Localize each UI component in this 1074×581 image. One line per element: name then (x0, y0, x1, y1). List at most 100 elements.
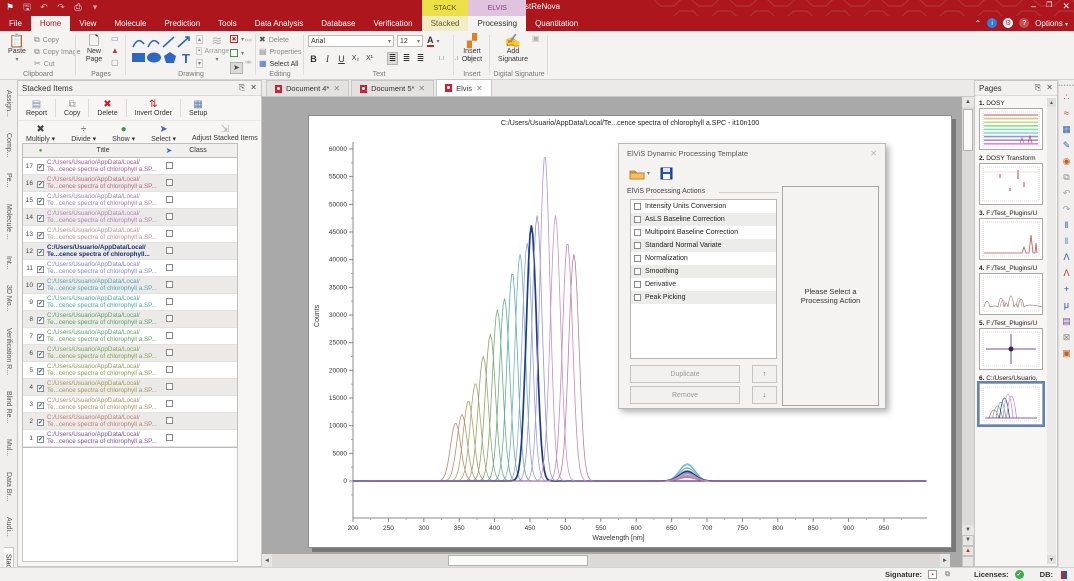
page-item-1[interactable]: 1. DOSY (977, 100, 1047, 150)
multiplet-analysis-icon[interactable]: μ (1060, 299, 1073, 312)
minimize-button[interactable]: – (1031, 1, 1036, 12)
action-checkbox[interactable] (634, 268, 641, 275)
db-status-icon[interactable] (1059, 570, 1068, 579)
visibility-checkbox[interactable]: ✔ (37, 249, 44, 256)
bold-button[interactable]: B (308, 54, 319, 64)
page-number-icon[interactable]: ▢ (111, 59, 119, 67)
visibility-checkbox[interactable]: ✔ (37, 317, 44, 324)
document-tab-document-4[interactable]: Document 4*✕ (266, 80, 349, 96)
remove-button[interactable]: Remove (630, 386, 740, 404)
pin-checkbox[interactable] (166, 230, 173, 237)
document-tab-elvis[interactable]: Elvis✕ (436, 79, 492, 96)
dock-tab-mul[interactable]: Mul... (4, 433, 13, 462)
subscript-button[interactable]: X₂ (350, 55, 361, 62)
page-thumbnail[interactable] (979, 218, 1043, 260)
scroll-left-icon[interactable]: ◄ (262, 554, 272, 567)
copy-button[interactable]: ⧉Copy (34, 36, 59, 44)
group-objects-icon[interactable]: ⚯ (245, 37, 252, 45)
document-tab-document-5[interactable]: Document 5*✕ (351, 80, 434, 96)
pin-checkbox[interactable] (166, 281, 173, 288)
stacked-item-row[interactable]: 13✔C:/Users/Usuario/AppData/Local/Te...c… (23, 226, 237, 243)
report-button[interactable]: ▤Report (22, 98, 51, 118)
visibility-checkbox[interactable]: ✔ (37, 436, 44, 443)
prediction-grid-icon[interactable]: ▦ (1060, 123, 1073, 136)
crosshair-icon[interactable]: + (1060, 283, 1073, 296)
pin-checkbox[interactable] (166, 196, 173, 203)
move-up-button[interactable]: ↑ (752, 365, 777, 383)
ribbon-tab-view[interactable]: View (70, 16, 105, 31)
stacked-item-row[interactable]: 11✔C:/Users/Usuario/AppData/Local/Te...c… (23, 260, 237, 277)
save-template-icon[interactable] (660, 167, 673, 180)
dock-tab-audi[interactable]: Audi... (4, 511, 13, 543)
visibility-checkbox[interactable]: ✔ (37, 215, 44, 222)
licenses-ok-icon[interactable]: ✓ (1015, 570, 1024, 579)
visibility-checkbox[interactable]: ✔ (37, 385, 44, 392)
picture-export-icon[interactable]: ▣ (1060, 347, 1073, 360)
dock-tab-int[interactable]: Int... (4, 250, 13, 276)
action-checkbox[interactable] (634, 216, 641, 223)
page-marker-icon[interactable]: ▲ (962, 546, 974, 557)
settings-gear-icon[interactable]: ⚙ (1003, 18, 1013, 28)
horizontal-scroll-thumb[interactable] (448, 555, 588, 566)
float-panel-icon[interactable]: ⎘ (239, 83, 245, 93)
visibility-checkbox[interactable]: ✔ (37, 300, 44, 307)
pin-checkbox[interactable] (166, 247, 173, 254)
spinner-down-icon[interactable]: ▾ (196, 59, 203, 68)
visibility-checkbox[interactable]: ✔ (37, 419, 44, 426)
dialog-close-icon[interactable]: ✕ (870, 149, 877, 158)
underline-button[interactable]: U (336, 54, 347, 64)
add-signature-button[interactable]: ✍ Add Signature (498, 34, 528, 63)
drawing-shape-icons[interactable]: T (130, 35, 194, 65)
action-item-peak-picking[interactable]: Peak Picking (631, 291, 776, 304)
pin-checkbox[interactable] (166, 264, 173, 271)
title-column-header[interactable]: Title (47, 147, 159, 154)
ribbon-tab-prediction[interactable]: Prediction (155, 16, 209, 31)
pages-scroll-up-icon[interactable]: ▲ (1047, 98, 1056, 107)
dock-tab-assign[interactable]: Assign... (4, 84, 13, 123)
page-thumbnail[interactable] (979, 328, 1043, 370)
delete-button[interactable]: ✖Delete (259, 36, 289, 44)
float-pages-panel-icon[interactable]: ⎘ (1035, 83, 1041, 93)
invert-order-button[interactable]: ⇅Invert Order (131, 98, 176, 118)
vertical-scroll-thumb[interactable] (963, 109, 973, 151)
action-item-derivative[interactable]: Derivative (631, 278, 776, 291)
copy-spectrum-icon[interactable]: ⧉ (1060, 171, 1073, 184)
print-icon[interactable]: ⎙ (72, 1, 84, 13)
stacked-item-row[interactable]: 14✔C:/Users/Usuario/AppData/Local/Te...c… (23, 209, 237, 226)
setup-button[interactable]: ▦Setup (185, 98, 211, 118)
stacked-item-row[interactable]: 16✔C:/Users/Usuario/AppData/Local/Te...c… (23, 175, 237, 192)
report-layout-icon[interactable]: ▤ (1060, 315, 1073, 328)
options-menu[interactable]: Options ▾ (1035, 19, 1068, 28)
peak-arrow-icon[interactable]: Λ (1060, 267, 1073, 280)
open-template-button[interactable]: ▾ (629, 168, 650, 180)
visibility-checkbox[interactable]: ✔ (37, 232, 44, 239)
dock-tab-verification-r[interactable]: Verification R... (4, 322, 13, 381)
visibility-checkbox[interactable]: ✔ (37, 181, 44, 188)
redo-assignment-icon[interactable]: ↷ (1060, 203, 1073, 216)
page-thumbnail[interactable] (979, 273, 1043, 315)
dock-tab-3d-mo[interactable]: 3D Mo... (4, 279, 13, 317)
show-button[interactable]: ●Show ▾ (108, 123, 139, 144)
ribbon-tab-data-analysis[interactable]: Data Analysis (246, 16, 312, 31)
redo-icon[interactable]: ↷ (55, 1, 67, 13)
mnova-logo-icon[interactable]: ⚑ (4, 1, 16, 13)
page-thumbnail[interactable] (979, 108, 1043, 150)
action-checkbox[interactable] (634, 242, 641, 249)
pin-checkbox[interactable] (166, 400, 173, 407)
scroll-down-icon[interactable]: ▼ (962, 525, 974, 535)
signature-doc-icon[interactable]: ⧉ (943, 570, 952, 579)
copy-image-button[interactable]: ⧉Copy Image (34, 48, 80, 56)
spectrum-curve[interactable] (353, 415, 927, 481)
ribbon-tab-verification[interactable]: Verification (364, 16, 421, 31)
spinner-up-icon[interactable]: ▴ (196, 35, 203, 44)
move-down-button[interactable]: ↓ (752, 386, 777, 404)
dock-tab-pe[interactable]: Pe... (4, 167, 13, 193)
pin-checkbox[interactable] (166, 298, 173, 305)
scroll-right-icon[interactable]: ► (940, 554, 950, 567)
save-icon[interactable]: 🖫 (21, 1, 33, 13)
action-item-standard-normal-variate[interactable]: Standard Normal Variate (631, 239, 776, 252)
spectrum-lines-icon[interactable]: ‖ (1060, 219, 1073, 232)
stacked-item-row[interactable]: 7✔C:/Users/Usuario/AppData/Local/Te...ce… (23, 328, 237, 345)
delete-button[interactable]: ✖Delete (93, 98, 121, 118)
font-family-select[interactable]: Arial▾ (308, 35, 394, 47)
